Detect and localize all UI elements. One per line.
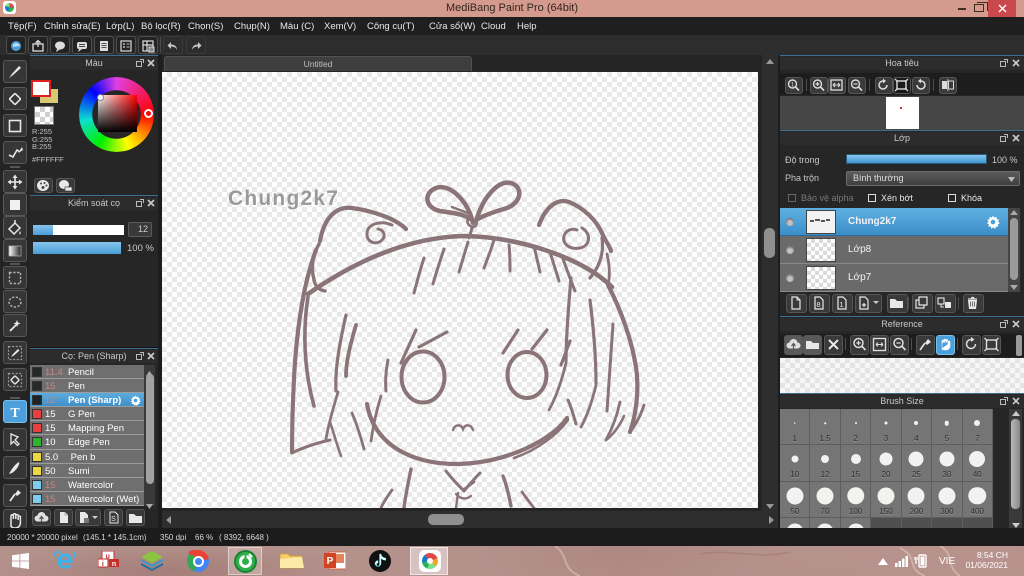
svg-text:u: u [106, 554, 110, 561]
svg-text:8: 8 [816, 300, 820, 309]
svg-text:T: T [10, 406, 20, 421]
svg-text:S: S [111, 516, 116, 523]
svg-text:Chung2k7: Chung2k7 [228, 187, 339, 210]
svg-text:P: P [327, 556, 334, 567]
svg-text:1: 1 [839, 300, 843, 309]
svg-text:n: n [112, 561, 116, 568]
svg-text:i: i [102, 561, 104, 568]
